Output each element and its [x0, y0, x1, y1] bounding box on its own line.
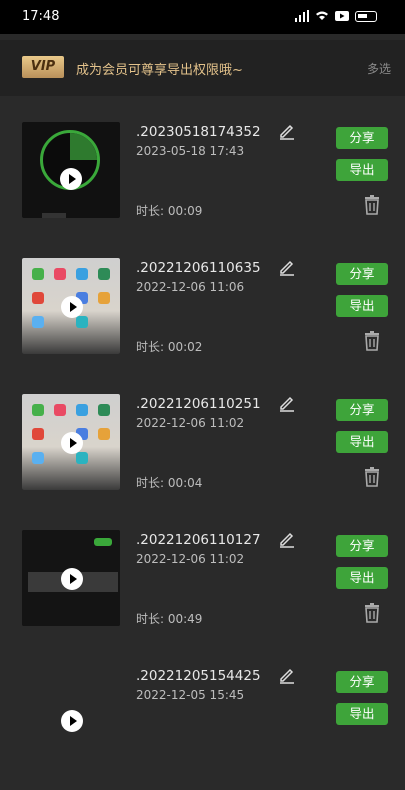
trash-icon[interactable]: [362, 466, 382, 488]
wifi-icon: [316, 11, 328, 20]
trash-icon[interactable]: [362, 602, 382, 624]
edit-icon[interactable]: [278, 122, 296, 140]
video-thumbnail[interactable]: [22, 122, 120, 218]
recording-duration: 时长: 00:04: [136, 476, 203, 490]
share-button[interactable]: 分享: [336, 535, 388, 557]
share-button[interactable]: 分享: [336, 399, 388, 421]
recording-title: .20221206110635: [136, 260, 261, 276]
media-icon: [335, 11, 349, 21]
trash-icon[interactable]: [362, 330, 382, 352]
battery-icon: [355, 10, 377, 22]
video-thumbnail[interactable]: [22, 666, 120, 762]
status-bar: 17:48: [0, 0, 405, 34]
list-item: .20221206110127 2022-12-06 11:02 时长: 00:…: [0, 518, 405, 654]
share-button[interactable]: 分享: [336, 127, 388, 149]
recording-duration: 时长: 00:09: [136, 204, 203, 218]
export-button[interactable]: 导出: [336, 703, 388, 725]
vip-badge: VIP: [22, 56, 64, 78]
play-icon[interactable]: [61, 296, 83, 318]
recording-date: 2022-12-05 15:45: [136, 688, 245, 702]
export-button[interactable]: 导出: [336, 159, 388, 181]
edit-icon[interactable]: [278, 666, 296, 684]
export-button[interactable]: 导出: [336, 567, 388, 589]
recording-duration: 时长: 00:49: [136, 612, 203, 626]
play-icon[interactable]: [61, 710, 83, 732]
play-icon[interactable]: [61, 432, 83, 454]
recording-date: 2022-12-06 11:02: [136, 416, 245, 430]
play-icon[interactable]: [60, 168, 82, 190]
video-thumbnail[interactable]: [22, 258, 120, 354]
multi-select-button[interactable]: 多选: [367, 60, 391, 77]
edit-icon[interactable]: [278, 530, 296, 548]
list-item: .20221205154425 2022-12-05 15:45 分享 导出: [0, 654, 405, 790]
play-icon[interactable]: [61, 568, 83, 590]
recording-list: .20230518174352 2023-05-18 17:43 时长: 00:…: [0, 110, 405, 790]
list-item: .20230518174352 2023-05-18 17:43 时长: 00:…: [0, 110, 405, 246]
vip-banner[interactable]: VIP 成为会员可尊享导出权限哦~ 多选: [0, 40, 405, 96]
share-button[interactable]: 分享: [336, 263, 388, 285]
edit-icon[interactable]: [278, 394, 296, 412]
vip-promo-text[interactable]: 成为会员可尊享导出权限哦~: [76, 59, 243, 78]
share-button[interactable]: 分享: [336, 671, 388, 693]
recording-date: 2022-12-06 11:02: [136, 552, 245, 566]
signal-icon: [295, 10, 309, 22]
recording-duration: 时长: 00:02: [136, 340, 203, 354]
list-item: .20221206110251 2022-12-06 11:02 时长: 00:…: [0, 382, 405, 518]
export-button[interactable]: 导出: [336, 295, 388, 317]
thumbnail-graphic: [42, 204, 100, 218]
video-thumbnail[interactable]: [22, 394, 120, 490]
list-item: .20221206110635 2022-12-06 11:06 时长: 00:…: [0, 246, 405, 382]
export-button[interactable]: 导出: [336, 431, 388, 453]
trash-icon[interactable]: [362, 194, 382, 216]
recording-title: .20221206110251: [136, 396, 261, 412]
status-icons: [295, 10, 377, 22]
video-thumbnail[interactable]: [22, 530, 120, 626]
recording-date: 2022-12-06 11:06: [136, 280, 245, 294]
recording-title: .20221206110127: [136, 532, 261, 548]
status-time: 17:48: [22, 9, 60, 24]
recording-title: .20230518174352: [136, 124, 261, 140]
recording-title: .20221205154425: [136, 668, 261, 684]
recording-date: 2023-05-18 17:43: [136, 144, 245, 158]
edit-icon[interactable]: [278, 258, 296, 276]
